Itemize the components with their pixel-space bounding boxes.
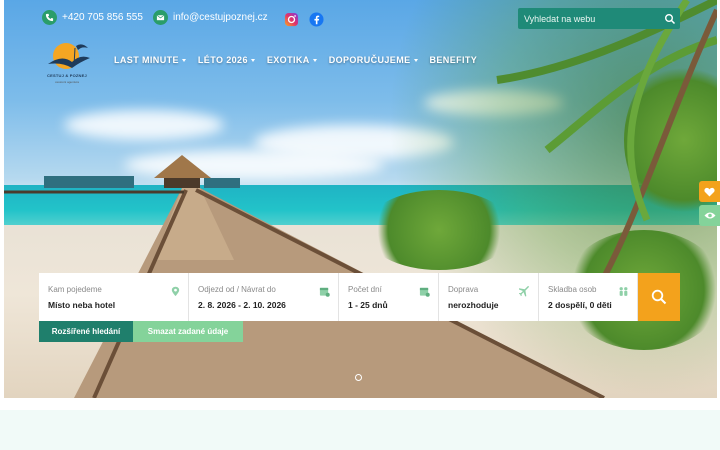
plane-icon [519, 286, 530, 297]
nav-label: BENEFITY [429, 55, 478, 65]
logo-subtitle: cestovní agentura [55, 80, 79, 84]
calendar-icon [319, 287, 330, 297]
chevron-down-icon [250, 59, 255, 62]
chevron-down-icon [413, 59, 418, 62]
slider-dot[interactable] [355, 374, 362, 381]
chevron-down-icon [181, 59, 186, 62]
field-label: Kam pojedeme [48, 285, 102, 294]
favorites-tab[interactable] [699, 181, 720, 202]
location-pin-icon [171, 286, 180, 297]
instagram-icon[interactable] [284, 12, 299, 27]
travelers-value[interactable]: 2 dospělí, 0 děti [548, 300, 637, 310]
dates-field[interactable]: Odjezd od / Návrat do 2. 8. 2026 - 2. 10… [189, 273, 339, 321]
heart-icon [704, 187, 715, 197]
transport-field[interactable]: Doprava nerozhoduje [439, 273, 539, 321]
destination-field[interactable]: Kam pojedeme Místo neba hotel [39, 273, 189, 321]
phone-contact[interactable]: +420 705 856 555 [42, 10, 143, 25]
people-icon [619, 287, 628, 296]
search-icon [651, 289, 667, 305]
search-icon[interactable] [664, 13, 676, 25]
logo-title: CESTUJ & POZNEJ [47, 73, 87, 78]
main-nav: LAST MINUTE LÉTO 2026 EXOTIKA DOPORUČUJE… [114, 55, 477, 65]
duration-field[interactable]: Počet dní 1 - 25 dnů [339, 273, 439, 321]
trip-search-form: Kam pojedeme Místo neba hotel Odjezd od … [39, 273, 680, 321]
chevron-down-icon [312, 59, 317, 62]
dates-value[interactable]: 2. 8. 2026 - 2. 10. 2026 [198, 300, 338, 310]
destination-value[interactable]: Místo neba hotel [48, 300, 188, 310]
search-submit-button[interactable] [638, 273, 680, 321]
eye-icon [704, 212, 715, 219]
calendar-days-icon [419, 287, 430, 297]
transport-value[interactable]: nerozhoduje [448, 300, 538, 310]
email-contact[interactable]: info@cestujpoznej.cz [153, 10, 268, 25]
nav-last-minute[interactable]: LAST MINUTE [114, 55, 186, 65]
email-address[interactable]: info@cestujpoznej.cz [173, 12, 268, 23]
email-icon [153, 10, 168, 25]
nav-exotika[interactable]: EXOTIKA [267, 55, 317, 65]
search-input[interactable] [518, 13, 660, 24]
content-section [0, 410, 720, 450]
nav-label: DOPORUČUJEME [328, 55, 411, 65]
nav-label: LAST MINUTE [114, 55, 179, 65]
field-label: Odjezd od / Návrat do [198, 285, 276, 294]
nav-leto-2026[interactable]: LÉTO 2026 [198, 55, 255, 65]
nav-label: EXOTIKA [266, 55, 310, 65]
phone-icon [42, 10, 57, 25]
site-search[interactable] [518, 8, 680, 29]
phone-number[interactable]: +420 705 856 555 [62, 12, 143, 23]
clear-form-button[interactable]: Smazat zadané údaje [133, 321, 243, 342]
advanced-search-button[interactable]: Rozšířené hledání [39, 321, 133, 342]
facebook-icon[interactable] [309, 12, 324, 27]
duration-value[interactable]: 1 - 25 dnů [348, 300, 438, 310]
nav-label: LÉTO 2026 [197, 55, 248, 65]
viewed-tab[interactable] [699, 205, 720, 226]
travelers-field[interactable]: Skladba osob 2 dospělí, 0 děti [539, 273, 638, 321]
nav-benefity[interactable]: BENEFITY [430, 55, 478, 65]
nav-doporucujeme[interactable]: DOPORUČUJEME [329, 55, 418, 65]
